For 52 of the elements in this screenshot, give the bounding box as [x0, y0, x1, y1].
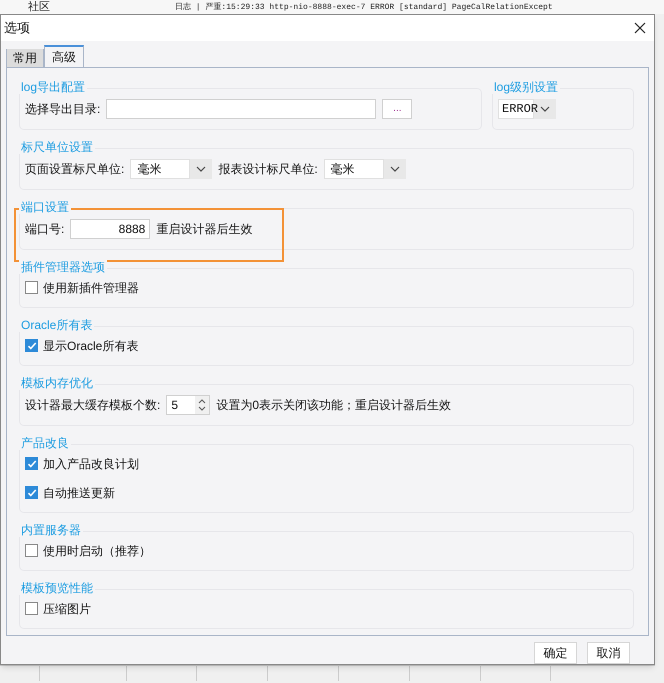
close-icon[interactable]: [634, 22, 646, 34]
chevron-down-icon: [390, 166, 400, 172]
group-title: Oracle所有表: [19, 318, 94, 332]
group-title: 端口设置: [19, 200, 71, 214]
field-label: 设置为0表示关闭该功能；重启设计器后生效: [216, 396, 452, 414]
checkbox-option[interactable]: 使用时启动（推荐）: [25, 542, 628, 560]
checkbox[interactable]: [25, 486, 38, 500]
checkmark-icon: [26, 458, 36, 469]
chevron-down-icon: [540, 106, 550, 112]
checkbox[interactable]: [25, 544, 38, 558]
checkbox-option[interactable]: 加入产品改良计划: [25, 454, 628, 473]
chevron-up-icon: [198, 398, 206, 404]
group-title: 内置服务器: [19, 522, 83, 537]
field-label: 重启设计器后生效: [156, 220, 252, 238]
group-title: log导出配置: [19, 80, 88, 94]
spinner-field[interactable]: 5: [166, 394, 210, 415]
group-title: log级别设置: [492, 80, 560, 94]
chevron-down-icon: [198, 406, 206, 411]
field-label: 设计器最大缓存模板个数:: [25, 396, 160, 414]
group-title: 模板预览性能: [19, 580, 95, 595]
checkbox-option[interactable]: 使用新插件管理器: [25, 278, 628, 297]
checkbox[interactable]: [25, 602, 38, 616]
window-title: 选项: [4, 19, 30, 38]
group-title: 产品改良: [19, 436, 71, 450]
text-field[interactable]: 8888: [70, 218, 150, 239]
chevron-down-icon: [196, 166, 206, 172]
text-field[interactable]: [106, 98, 376, 119]
checkbox-option[interactable]: 显示Oracle所有表: [25, 336, 628, 355]
dropdown[interactable]: 毫米: [130, 158, 212, 179]
field-label: 页面设置标尺单位:: [25, 160, 124, 178]
checkmark-icon: [26, 488, 36, 498]
dropdown[interactable]: ERROR: [498, 98, 556, 119]
dropdown[interactable]: 毫米: [324, 158, 406, 179]
field-label: 选择导出目录:: [25, 100, 100, 118]
group-title: 模板内存优化: [19, 376, 95, 390]
log-text: 日志 | 严重:15:29:33 http-nio-8888-exec-7 ERROR [standard] PageCalRelationExcept: [175, 1, 553, 14]
dialog-button[interactable]: 取消: [587, 642, 630, 664]
tab[interactable]: 常用: [6, 48, 44, 67]
dialog-button[interactable]: 确定: [534, 642, 577, 664]
field-label: 报表设计标尺单位:: [218, 160, 318, 178]
checkmark-icon: [26, 340, 36, 351]
checkbox[interactable]: [25, 281, 38, 294]
checkbox-option[interactable]: 自动推送更新: [25, 484, 628, 502]
app-menu-text: 社区: [28, 0, 50, 14]
browse-button[interactable]: ...: [382, 98, 412, 119]
field-label: 端口号:: [25, 220, 64, 238]
checkbox[interactable]: [25, 339, 38, 352]
group-title: 插件管理器选项: [19, 260, 107, 274]
checkbox-option[interactable]: 压缩图片: [25, 600, 628, 618]
checkbox[interactable]: [25, 457, 38, 470]
group-title: 标尺单位设置: [19, 140, 95, 154]
tab[interactable]: 高级: [44, 44, 84, 67]
